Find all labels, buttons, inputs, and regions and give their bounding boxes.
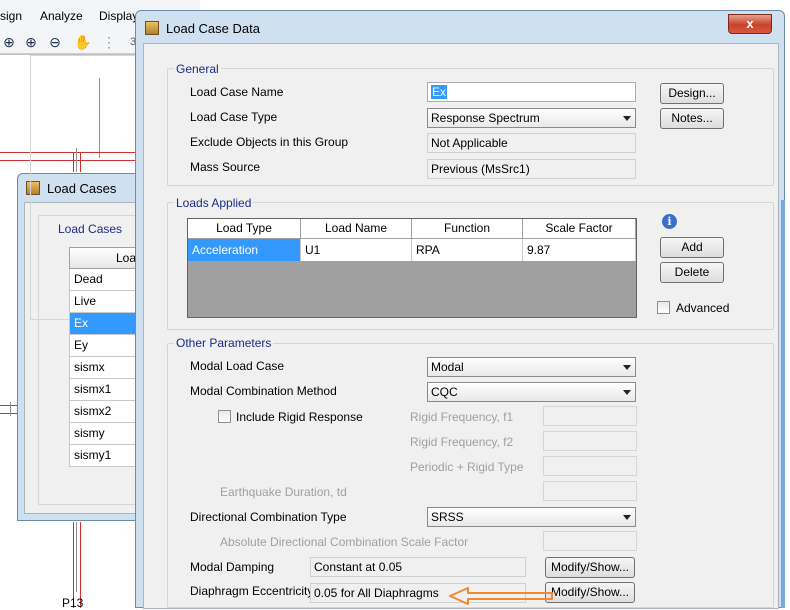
column-header[interactable]: Function bbox=[412, 219, 523, 239]
load-case-type-label: Load Case Type bbox=[190, 110, 278, 124]
modal-combination-label: Modal Combination Method bbox=[190, 384, 337, 398]
other-parameters-group-label: Other Parameters bbox=[174, 336, 274, 350]
menu-display[interactable]: Display bbox=[99, 9, 138, 23]
directional-combination-dropdown[interactable]: SRSS bbox=[427, 507, 636, 527]
rigid-f2-label: Rigid Frequency, f2 bbox=[410, 435, 514, 449]
frame-line bbox=[0, 405, 17, 406]
directional-combination-label: Directional Combination Type bbox=[190, 510, 347, 524]
mass-source-label: Mass Source bbox=[190, 160, 261, 174]
add-button[interactable]: Add bbox=[660, 237, 724, 258]
general-group-label: General bbox=[174, 62, 221, 76]
rigid-f1-label: Rigid Frequency, f1 bbox=[410, 410, 514, 424]
earthquake-duration-field bbox=[543, 481, 637, 501]
window-edge bbox=[781, 200, 785, 608]
directional-combination-value: SRSS bbox=[431, 510, 464, 524]
list-item[interactable]: Live bbox=[69, 291, 139, 313]
modal-damping-field: Constant at 0.05 bbox=[310, 557, 526, 577]
grid-line bbox=[76, 522, 77, 592]
info-icon[interactable]: i bbox=[662, 214, 677, 229]
chevron-down-icon bbox=[623, 365, 631, 370]
load-cases-column-header[interactable]: Loa bbox=[69, 247, 139, 269]
list-item[interactable]: sismx2 bbox=[69, 401, 139, 423]
mass-source-field: Previous (MsSrc1) bbox=[427, 159, 636, 179]
exclude-objects-field: Not Applicable bbox=[427, 133, 636, 153]
diaphragm-eccentricity-label: Diaphragm Eccentricity bbox=[190, 584, 314, 598]
periodic-rigid-field bbox=[543, 456, 637, 476]
rigid-f1-field bbox=[543, 406, 637, 426]
modal-damping-label: Modal Damping bbox=[190, 560, 275, 574]
chevron-down-icon bbox=[623, 515, 631, 520]
app-icon bbox=[145, 21, 159, 35]
close-button[interactable]: x bbox=[728, 14, 772, 34]
absolute-scale-label: Absolute Directional Combination Scale F… bbox=[220, 535, 469, 549]
zoom-in-icon[interactable]: ⊕ bbox=[22, 33, 40, 51]
pan-hand-icon[interactable]: ✋ bbox=[74, 33, 92, 51]
include-rigid-checkbox[interactable] bbox=[218, 410, 231, 423]
chevron-down-icon bbox=[623, 390, 631, 395]
modal-load-case-value: Modal bbox=[431, 360, 464, 374]
table-cell-load-type[interactable]: Acceleration bbox=[188, 239, 301, 261]
column-header[interactable]: Scale Factor bbox=[523, 219, 636, 239]
column-header[interactable]: Load Name bbox=[301, 219, 412, 239]
list-item[interactable]: sismy bbox=[69, 423, 139, 445]
modal-combination-value: CQC bbox=[431, 385, 458, 399]
list-item[interactable]: sismx bbox=[69, 357, 139, 379]
zoom-window-icon[interactable]: ⊕ bbox=[0, 33, 18, 51]
advanced-label: Advanced bbox=[676, 301, 730, 315]
advanced-checkbox[interactable] bbox=[657, 301, 670, 314]
dialog-title: Load Case Data bbox=[166, 21, 260, 36]
toolbar-separator: ⋮ bbox=[102, 34, 116, 50]
arrow-shape bbox=[449, 587, 553, 605]
frame-line bbox=[0, 413, 17, 414]
list-item[interactable]: Dead bbox=[69, 269, 139, 291]
exclude-objects-label: Exclude Objects in this Group bbox=[190, 135, 349, 149]
table-cell-scale-factor[interactable]: 9.87 bbox=[523, 239, 636, 261]
modal-combination-dropdown[interactable]: CQC bbox=[427, 382, 636, 402]
load-case-name-label: Load Case Name bbox=[190, 85, 284, 99]
rigid-f2-field bbox=[543, 431, 637, 451]
table-cell-load-name[interactable]: U1 bbox=[301, 239, 412, 261]
load-case-name-field[interactable]: Ex bbox=[427, 82, 636, 102]
include-rigid-label: Include Rigid Response bbox=[236, 410, 363, 424]
chevron-down-icon bbox=[623, 116, 631, 121]
design-button[interactable]: Design... bbox=[660, 83, 724, 104]
arrow-annotation-icon bbox=[449, 587, 553, 605]
column-header[interactable]: Load Type bbox=[188, 219, 301, 239]
loads-table: Load Type Load Name Function Scale Facto… bbox=[187, 218, 637, 318]
grid-line bbox=[10, 402, 11, 416]
periodic-rigid-label: Periodic + Rigid Type bbox=[410, 460, 524, 474]
table-cell-function[interactable]: RPA bbox=[412, 239, 523, 261]
list-item[interactable]: Ey bbox=[69, 335, 139, 357]
delete-button[interactable]: Delete bbox=[660, 262, 724, 283]
list-item-selected[interactable]: Ex bbox=[69, 313, 139, 335]
loads-applied-group-label: Loads Applied bbox=[174, 196, 254, 210]
notes-button[interactable]: Notes... bbox=[660, 108, 724, 129]
earthquake-duration-label: Earthquake Duration, td bbox=[220, 485, 347, 499]
diaphragm-modify-button[interactable]: Modify/Show... bbox=[545, 582, 635, 603]
list-item[interactable]: sismy1 bbox=[69, 445, 139, 467]
list-item[interactable]: sismx1 bbox=[69, 379, 139, 401]
modal-load-case-dropdown[interactable]: Modal bbox=[427, 357, 636, 377]
menu-analyze[interactable]: Analyze bbox=[40, 9, 83, 23]
absolute-scale-field bbox=[543, 531, 637, 551]
load-cases-group-label: Load Cases bbox=[55, 222, 126, 236]
zoom-out-icon[interactable]: ⊖ bbox=[46, 33, 64, 51]
modal-damping-modify-button[interactable]: Modify/Show... bbox=[545, 557, 635, 578]
load-cases-list: Loa Dead Live Ex Ey sismx sismx1 sismx2 … bbox=[69, 247, 139, 467]
modal-load-case-label: Modal Load Case bbox=[190, 359, 285, 373]
load-case-name-value: Ex bbox=[431, 85, 448, 99]
load-case-type-dropdown[interactable]: Response Spectrum bbox=[427, 108, 636, 128]
load-case-type-value: Response Spectrum bbox=[431, 111, 540, 125]
menu-design[interactable]: sign bbox=[0, 9, 22, 23]
